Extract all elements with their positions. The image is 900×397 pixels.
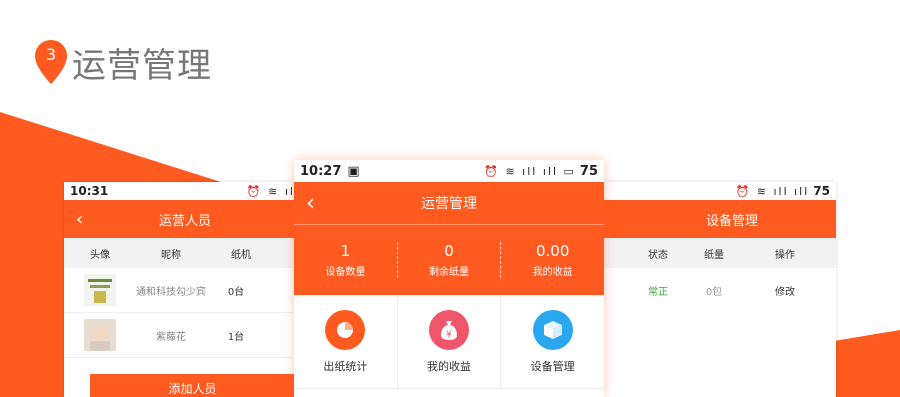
table-row: 常正 0包 修改 (598, 268, 836, 312)
operator-nickname: 紫藤花 (156, 331, 186, 343)
app-bar: ‹ 运营管理 (294, 182, 604, 225)
stat-value: 0.00 (535, 242, 570, 260)
stat-remaining-paper: 0 剩余纸量 (396, 242, 501, 278)
stat-device-count: 1 设备数量 (294, 242, 397, 278)
column-header: 状态 (648, 249, 668, 261)
table-row[interactable]: 通和科技勾少宾 0台 (64, 268, 306, 313)
menu-label: 出纸统计 (323, 360, 368, 373)
add-operator-button[interactable]: 添加人员 (90, 374, 295, 397)
status-icons: ⏰ ≋ ıll (246, 184, 300, 198)
battery-level: 75 (813, 184, 830, 198)
money-bag-icon: ¥ (429, 310, 469, 350)
section-number: 3 (45, 45, 57, 64)
menu-item-my-income[interactable]: ¥ 我的收益 (397, 296, 502, 389)
operators-screen: 10:31 ⏰ ≋ ıll ‹ 运营人员 头像 昵称 纸机 通和科技勾少宾 0台… (64, 182, 306, 397)
column-header: 头像 (90, 249, 110, 261)
column-header: 昵称 (161, 249, 181, 261)
menu-item-device-management[interactable]: 设备管理 (501, 296, 604, 389)
status-bar: ⏰ ≋ ıll ıll 75 (598, 182, 836, 200)
section-title: 运营管理 (72, 45, 212, 86)
svg-text:¥: ¥ (446, 330, 452, 340)
avatar (84, 319, 116, 351)
stat-value: 1 (340, 242, 351, 260)
back-icon[interactable]: ‹ (306, 191, 315, 216)
status-time: 10:31 (70, 184, 109, 198)
summary-stats: 1 设备数量 0 剩余纸量 0.00 我的收益 (294, 225, 604, 295)
status-icons: ⏰ ≋ ıll ıll ▭ (484, 164, 576, 178)
menu-item-paper-stats[interactable]: 出纸统计 (294, 296, 398, 389)
section-heading: 3 运营管理 (34, 38, 212, 86)
avatar (84, 274, 116, 306)
stat-label: 我的收益 (532, 267, 573, 278)
status-bar: 10:27 ▣ ⏰ ≋ ıll ıll ▭ 75 (294, 160, 604, 182)
stat-label: 设备数量 (325, 267, 366, 278)
column-header: 操作 (775, 249, 795, 261)
operation-management-screen: 10:27 ▣ ⏰ ≋ ıll ıll ▭ 75 ‹ 运营管理 1 设备数量 0… (294, 160, 604, 397)
operator-machine-count: 0台 (227, 286, 245, 298)
status-bar: 10:31 ⏰ ≋ ıll (64, 182, 306, 200)
table-header: 头像 昵称 纸机 (64, 238, 306, 268)
column-header: 纸量 (704, 249, 724, 261)
stat-label: 剩余纸量 (429, 267, 469, 278)
stat-value: 0 (444, 242, 454, 260)
stat-my-income: 0.00 我的收益 (500, 242, 604, 278)
operator-nickname: 通和科技勾少宾 (136, 286, 206, 298)
menu-grid: 出纸统计 ¥ 我的收益 设备管理 (294, 295, 604, 389)
menu-label: 我的收益 (427, 360, 471, 373)
map-pin-icon: 3 (34, 39, 68, 85)
table-row[interactable]: 紫藤花 1台 (64, 313, 306, 358)
screen-title: 运营管理 (421, 196, 477, 212)
device-status: 常正 (648, 286, 668, 298)
status-time: 10:27 (300, 163, 342, 179)
edit-link[interactable]: 修改 (750, 283, 820, 298)
image-icon: ▣ (347, 163, 360, 179)
screen-title: 运营人员 (158, 213, 211, 229)
screen-title: 设备管理 (705, 213, 758, 229)
table-header: 状态 纸量 操作 (598, 238, 836, 268)
column-header: 纸机 (231, 249, 251, 261)
app-bar: 设备管理 (598, 200, 836, 238)
app-bar: ‹ 运营人员 (64, 200, 306, 238)
device-management-screen: ⏰ ≋ ıll ıll 75 设备管理 状态 纸量 操作 常正 0包 修改 (598, 182, 836, 397)
status-icons: ⏰ ≋ ıll ıll (735, 184, 810, 198)
battery-level: 75 (579, 163, 598, 179)
device-paper: 0包 (705, 286, 723, 298)
box-icon (532, 310, 573, 350)
menu-label: 设备管理 (530, 360, 575, 373)
back-icon[interactable]: ‹ (76, 209, 83, 230)
pie-chart-icon (325, 310, 366, 350)
operator-machine-count: 1台 (227, 331, 245, 343)
